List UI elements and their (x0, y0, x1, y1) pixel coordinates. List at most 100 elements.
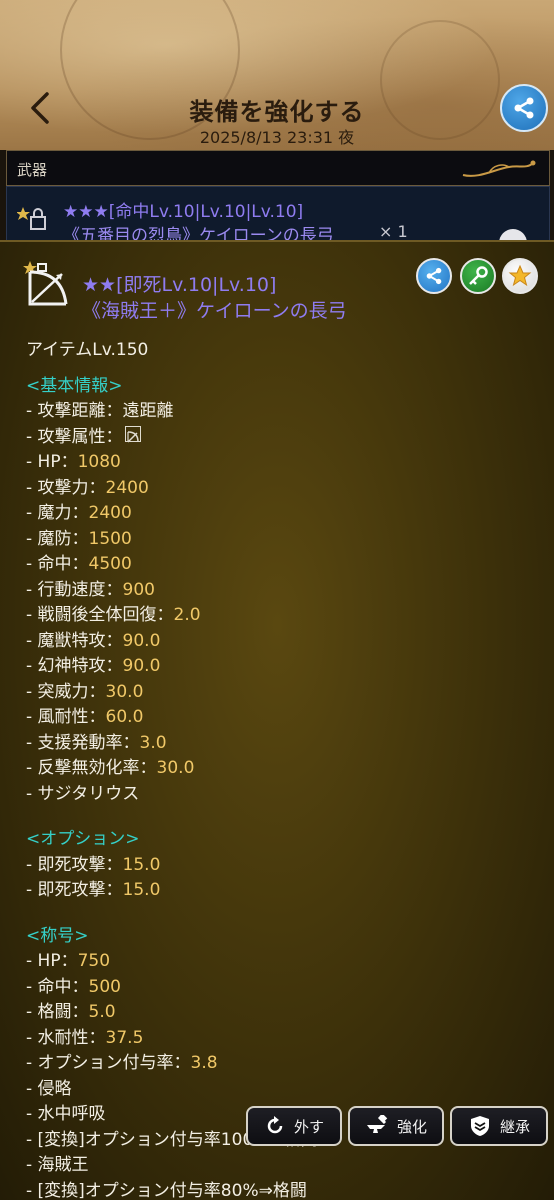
stat-value: 1080 (77, 452, 121, 472)
titles-header: <称号> (26, 925, 89, 946)
basic-stat-row: - 反撃無効化率：30.0 (26, 756, 526, 782)
stat-label: 海賊王 (37, 1155, 89, 1175)
category-bar: 武器 (6, 150, 550, 186)
bullet-dash: - (26, 554, 38, 574)
enhance-label: 強化 (396, 1117, 427, 1136)
stat-value: 15.0 (122, 880, 161, 900)
bullet-dash: - (26, 426, 38, 447)
bullet-dash: - (26, 681, 38, 702)
stat-label: 戦闘後全体回復： (37, 605, 174, 625)
bullet-dash: - (26, 1078, 38, 1099)
stat-value: 500 (88, 976, 121, 997)
bullet-dash: - (26, 951, 38, 971)
bullet-dash: - (26, 732, 38, 753)
bullet-dash: - (26, 1027, 38, 1048)
bullet-dash: - (26, 656, 38, 676)
stat-label: 攻撃距離： (37, 401, 123, 421)
basic-stat-row: - 攻撃距離：遠距離 (26, 399, 526, 425)
stat-value: 30.0 (156, 758, 195, 778)
lock-key-button[interactable] (460, 258, 496, 294)
stat-label: 即死攻撃： (37, 880, 123, 900)
title-row: - HP：750 (26, 949, 526, 975)
title-row: - 海賊王 (26, 1153, 526, 1179)
basic-stat-row: - 魔力：2400 (26, 501, 526, 527)
bow-attribute-icon (124, 425, 141, 443)
stat-label: 格闘： (37, 1002, 89, 1022)
stat-value: 90.0 (122, 630, 161, 651)
unequip-button[interactable]: 外す (246, 1106, 342, 1146)
share-button[interactable] (500, 84, 548, 132)
enhance-button[interactable]: 強化 (348, 1106, 444, 1146)
stat-value: 60.0 (105, 707, 144, 727)
basic-stat-row: - 魔防：1500 (26, 527, 526, 553)
equipment-list-item[interactable]: ★★★[命中Lv.10|Lv.10|Lv.10] 《五番目の烈鳥》ケイローンの長… (6, 186, 550, 246)
stat-label: 突威力： (37, 681, 106, 702)
bullet-dash: - (26, 1053, 38, 1073)
key-icon (469, 266, 488, 285)
basic-stat-row: - 幻神特攻：90.0 (26, 654, 526, 680)
stat-value: 2400 (105, 477, 149, 498)
stat-value: 5.0 (88, 1002, 116, 1022)
favorite-button[interactable] (502, 258, 538, 294)
stat-label: 行動速度： (37, 579, 123, 600)
basic-stat-row: - 魔獣特攻：90.0 (26, 629, 526, 655)
stat-label: オプション付与率： (37, 1053, 191, 1073)
bullet-dash: - (26, 630, 38, 651)
stat-value: 4500 (88, 554, 132, 574)
unequip-label: 外す (293, 1117, 324, 1136)
panel-share-button[interactable] (416, 258, 452, 294)
equipment-detail-panel: ★★[即死Lv.10|Lv.10] 《海賊王＋》ケイローンの長弓 アイテムLv.… (0, 240, 554, 1200)
lock-icon (17, 207, 46, 230)
star-icon (508, 264, 532, 287)
equipment-count: × 1 (379, 222, 408, 241)
page-title: 装備を強化する (189, 98, 365, 126)
stat-value: 3.0 (139, 732, 167, 753)
basic-stat-row: - 攻撃力：2400 (26, 476, 526, 502)
stat-label: 魔防： (37, 528, 89, 549)
option-row: - 即死攻撃：15.0 (26, 853, 526, 879)
title-row: - オプション付与率：3.8 (26, 1051, 526, 1077)
stat-value: 90.0 (122, 656, 161, 676)
stat-label: 侵略 (37, 1078, 72, 1099)
bow-weapon-icon (23, 261, 68, 306)
stat-label: 命中： (37, 554, 89, 574)
header: 装備を強化する 2025/8/13 23:31 夜 (0, 0, 554, 150)
bullet-dash: - (26, 1180, 38, 1200)
bullet-dash: - (26, 528, 38, 549)
bullet-dash: - (26, 1129, 38, 1150)
share-icon (426, 267, 442, 285)
basic-stat-row: - サジタリウス (26, 782, 526, 808)
stat-label: 即死攻撃： (37, 854, 123, 875)
flourish-ornament-icon (462, 160, 536, 177)
stat-label: [変換]オプション付与率80%⇒格闘 (37, 1180, 307, 1200)
stat-value: 遠距離 (122, 401, 174, 421)
bullet-dash: - (26, 452, 38, 472)
equipment-stars: ★★★[命中Lv.10|Lv.10|Lv.10] (63, 202, 304, 222)
bullet-dash: - (26, 579, 38, 600)
category-label: 武器 (17, 161, 48, 179)
basic-stat-row: - 突威力：30.0 (26, 680, 526, 706)
basic-stat-row: - HP：1080 (26, 450, 526, 476)
inherit-button[interactable]: 継承 (450, 1106, 548, 1146)
stat-label: 魔力： (37, 503, 89, 523)
shield-chevron-icon (470, 1116, 489, 1136)
stats-list: アイテムLv.150 <基本情報> - 攻撃距離：遠距離 - 攻撃属性： - HP：… (26, 338, 526, 1200)
stat-value: 37.5 (105, 1027, 144, 1048)
bullet-dash: - (26, 854, 38, 875)
bullet-dash: - (26, 880, 38, 900)
basic-stat-row: - 支援発動率：3.0 (26, 731, 526, 757)
stat-value: 900 (122, 579, 155, 600)
stat-value: 2400 (88, 503, 132, 523)
inherit-label: 継承 (499, 1117, 530, 1136)
basic-stat-row: - 命中：4500 (26, 552, 526, 578)
stat-value: 750 (77, 951, 111, 971)
title-row: - 侵略 (26, 1077, 526, 1103)
bullet-dash: - (26, 503, 38, 523)
basic-stat-row: - 戦闘後全体回復：2.0 (26, 603, 526, 629)
bullet-dash: - (26, 1002, 38, 1022)
stat-label: サジタリウス (37, 783, 140, 804)
title-row: - 水耐性：37.5 (26, 1026, 526, 1052)
equipment-stars-line: ★★[即死Lv.10|Lv.10] (82, 274, 277, 296)
bullet-dash: - (26, 758, 38, 778)
stat-label: 攻撃力： (37, 477, 106, 498)
